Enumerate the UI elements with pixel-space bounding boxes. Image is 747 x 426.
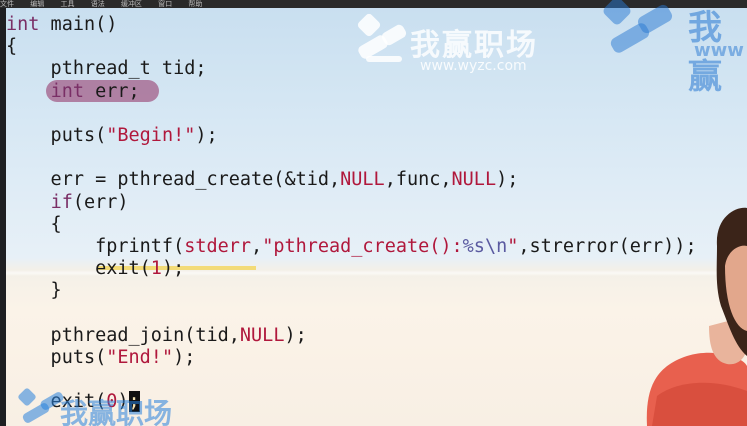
code-token: NULL <box>340 169 385 191</box>
code-token: NULL <box>451 169 497 191</box>
brand-logo-icon <box>357 13 407 62</box>
code-token: puts( <box>6 347 107 368</box>
code-token: " <box>507 236 519 257</box>
code-token: exit( <box>6 258 151 280</box>
code-token: int <box>50 80 84 102</box>
code-token: stderr <box>184 236 252 257</box>
code-token: ,func, <box>384 169 452 191</box>
code-line[interactable]: pthread_join(tid,NULL); <box>6 325 307 347</box>
code-token: puts( <box>6 125 107 146</box>
code-line[interactable]: err = pthread_create(&tid,NULL,func,NULL… <box>6 169 519 191</box>
presenter-image <box>646 207 747 426</box>
code-line[interactable]: pthread_t tid; <box>6 58 207 80</box>
code-token: ); <box>173 347 196 368</box>
code-token: "End!" <box>106 347 174 368</box>
caption-strip <box>180 418 480 426</box>
menu-item-syntax[interactable]: 语法 <box>91 0 105 8</box>
code-token: { <box>6 36 18 58</box>
code-line[interactable]: int err; <box>6 81 140 103</box>
code-token: main() <box>39 14 118 35</box>
watermark-url: www.wyzc.com <box>420 58 527 74</box>
menu-item-edit[interactable]: 编辑 <box>30 0 44 8</box>
code-token: 1 <box>150 258 162 280</box>
code-token: (err) <box>72 191 129 213</box>
code-line[interactable]: { <box>6 36 17 58</box>
code-token: %s\n <box>462 236 508 257</box>
menu-item-tools[interactable]: 工具 <box>60 0 74 8</box>
code-token: { <box>6 213 62 235</box>
code-token: pthread_t tid; <box>6 58 207 80</box>
code-line[interactable]: puts("End!"); <box>6 347 196 369</box>
code-token: err; <box>83 80 140 102</box>
code-token: , <box>251 236 263 257</box>
code-token: pthread_join(tid, <box>6 324 240 346</box>
code-line[interactable]: fprintf(stderr,"pthread_create():%s\n",s… <box>6 236 697 258</box>
code-token: "Begin!" <box>106 125 196 146</box>
code-line[interactable]: } <box>6 280 62 302</box>
code-token: if <box>50 191 73 213</box>
menu-item-help[interactable]: 帮助 <box>188 0 202 8</box>
code-line[interactable]: puts("Begin!"); <box>6 125 218 147</box>
code-token: NULL <box>239 324 285 346</box>
code-token: ); <box>161 258 185 280</box>
code-token: int <box>6 14 40 35</box>
code-token: } <box>6 280 62 302</box>
video-frame: 文件 编辑 工具 语法 缓冲区 窗口 帮助 int main(){ pthrea… <box>0 0 747 426</box>
code-token: "pthread_create(): <box>262 236 463 257</box>
menu-item-file[interactable]: 文件 <box>0 0 14 8</box>
code-token: fprintf( <box>6 236 185 257</box>
code-line[interactable]: int main() <box>6 14 117 36</box>
code-token: ); <box>195 125 218 146</box>
code-token: ); <box>284 324 307 346</box>
code-token: err = pthread_create(&tid, <box>6 169 341 191</box>
brand-logo-icon <box>603 0 673 53</box>
code-line[interactable]: if(err) <box>6 192 129 214</box>
menu-item-window[interactable]: 窗口 <box>158 0 172 8</box>
watermark-brand-bottom: 我赢职场 <box>60 397 173 426</box>
menu-item-buffers[interactable]: 缓冲区 <box>121 0 142 8</box>
code-line[interactable]: { <box>6 214 62 236</box>
code-token: ); <box>496 169 519 191</box>
code-line[interactable]: exit(1); <box>6 258 184 280</box>
watermark-url-corner: www <box>694 40 744 61</box>
